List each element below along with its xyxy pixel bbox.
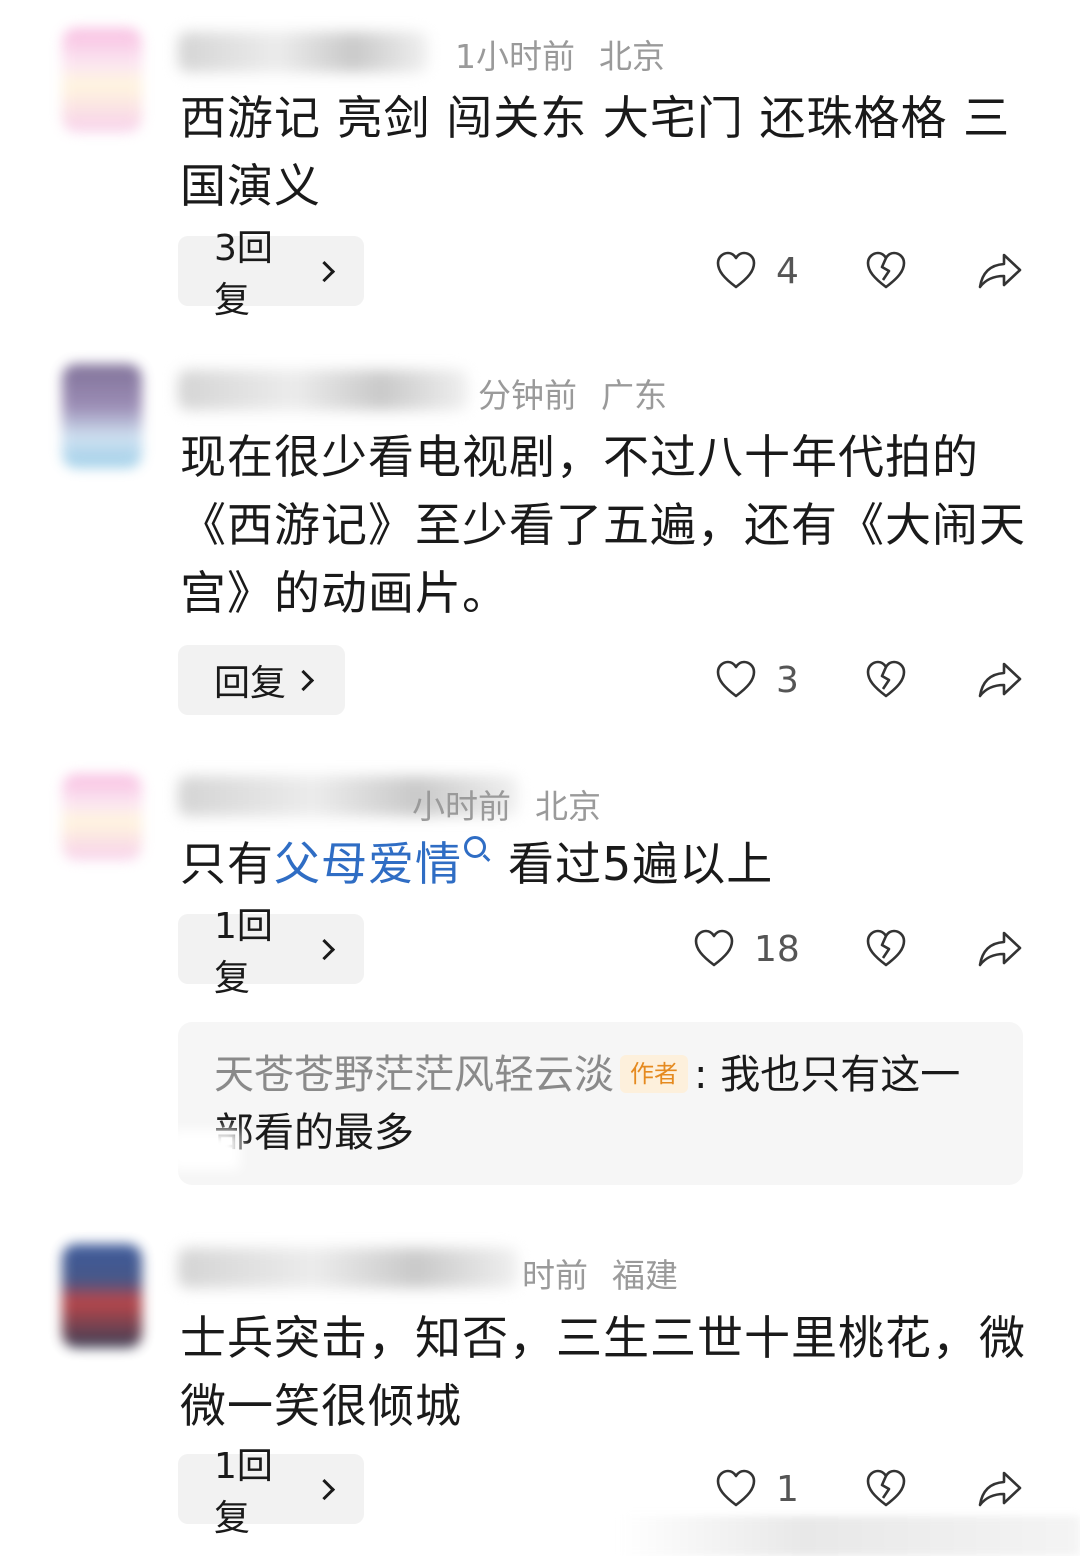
topic-link[interactable]: 父母爱情 — [274, 837, 462, 891]
comment-text: 只有父母爱情 看过5遍以上 — [180, 830, 1030, 898]
comment-meta: 时前 福建 — [522, 1249, 678, 1297]
reply-label: 3回复 — [214, 228, 273, 321]
chevron-right-icon — [314, 260, 336, 282]
chevron-right-icon — [314, 938, 336, 960]
user-avatar[interactable] — [62, 364, 142, 468]
share-arrow-icon — [978, 662, 1022, 698]
share-button[interactable] — [976, 249, 1024, 293]
like-count: 1 — [776, 1468, 799, 1510]
heart-outline-icon — [716, 1469, 756, 1507]
share-button[interactable] — [976, 927, 1024, 971]
like-button[interactable]: 3 — [714, 658, 844, 702]
reply-label: 1回复 — [214, 906, 273, 999]
comment-meta: 分钟前 广东 — [478, 369, 667, 417]
broken-heart-icon — [866, 929, 906, 967]
user-avatar[interactable] — [62, 774, 142, 860]
share-arrow-icon — [978, 1471, 1022, 1507]
view-replies-button[interactable]: 1回复 — [178, 906, 364, 999]
search-icon[interactable] — [464, 836, 486, 858]
chevron-right-icon — [292, 669, 315, 691]
user-avatar[interactable] — [62, 1244, 142, 1348]
broken-heart-icon — [866, 660, 906, 698]
comment-actions: 4 — [714, 236, 1024, 306]
username-blurred[interactable] — [178, 32, 428, 72]
user-avatar[interactable] — [62, 28, 142, 132]
share-arrow-icon — [978, 931, 1022, 967]
like-button[interactable]: 4 — [714, 249, 844, 293]
like-button[interactable]: 18 — [692, 927, 844, 971]
comment-meta: 小时前 北京 — [412, 780, 601, 828]
view-replies-button[interactable]: 1回复 — [178, 1446, 364, 1539]
sub-reply-preview[interactable]: 天苍苍野茫茫风轻云淡 作者: 我也只有这一部看的最多 — [178, 1022, 1023, 1185]
comment-text: 现在很少看电视剧，不过八十年代拍的《西游记》至少看了五遍，还有《大闹天宫》的动画… — [180, 430, 1026, 620]
dislike-button[interactable] — [864, 927, 908, 971]
broken-heart-icon — [866, 1469, 906, 1507]
like-count: 18 — [754, 928, 800, 970]
author-badge: 作者 — [620, 1055, 688, 1093]
dislike-button[interactable] — [864, 249, 908, 293]
comment-location: 广东 — [601, 376, 667, 415]
like-count: 4 — [776, 250, 799, 292]
username-blurred[interactable] — [178, 370, 468, 410]
comment-location: 北京 — [535, 787, 601, 826]
share-button[interactable] — [976, 1467, 1024, 1511]
heart-outline-icon — [716, 660, 756, 698]
heart-outline-icon — [694, 929, 734, 967]
comment-time: 时前 — [522, 1256, 588, 1295]
sub-reply-author[interactable]: 天苍苍野茫茫风轻云淡 — [214, 1052, 614, 1098]
comment-text: 士兵突击，知否，三生三世十里桃花，微微一笑很倾城 — [180, 1311, 1026, 1433]
reply-label: 回复 — [214, 663, 287, 704]
share-button[interactable] — [976, 658, 1024, 702]
comment-time: 小时前 — [412, 787, 511, 826]
like-button[interactable]: 1 — [714, 1467, 844, 1511]
comment-text: 西游记 亮剑 闯关东 大宅门 还珠格格 三国演义 — [180, 91, 1011, 213]
broken-heart-icon — [866, 251, 906, 289]
comment-actions: 1 — [714, 1454, 1024, 1524]
comment-meta: 1小时前 北京 — [455, 30, 665, 78]
reply-button[interactable]: 回复 — [178, 645, 345, 715]
comment-location: 北京 — [599, 37, 665, 76]
comment-time: 1小时前 — [455, 37, 575, 76]
comment-actions: 3 — [714, 645, 1024, 715]
dislike-button[interactable] — [864, 658, 908, 702]
comment-actions: 18 — [694, 914, 1024, 984]
reply-label: 1回复 — [214, 1446, 273, 1539]
dislike-button[interactable] — [864, 1467, 908, 1511]
chevron-right-icon — [314, 1478, 336, 1500]
blur-overlay — [170, 1130, 240, 1170]
username-blurred[interactable] — [178, 1248, 518, 1288]
heart-outline-icon — [716, 251, 756, 289]
share-arrow-icon — [978, 253, 1022, 289]
comment-time: 分钟前 — [478, 376, 577, 415]
comment-location: 福建 — [612, 1256, 678, 1295]
like-count: 3 — [776, 659, 799, 701]
comment-text-after: 看过5遍以上 — [508, 837, 774, 891]
view-replies-button[interactable]: 3回复 — [178, 228, 364, 321]
comment-text-before: 只有 — [180, 837, 274, 891]
watermark-blur — [620, 1516, 1080, 1556]
